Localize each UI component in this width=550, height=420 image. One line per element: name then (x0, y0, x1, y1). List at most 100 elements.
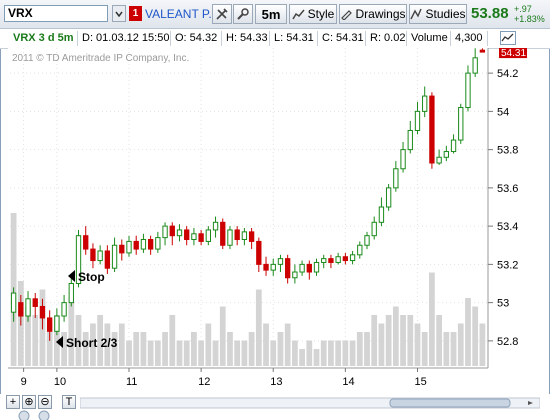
volume-bar (205, 323, 212, 366)
nav-arrows[interactable] (18, 410, 58, 420)
candle-body-down (184, 229, 190, 241)
timeframe-button[interactable]: 5m (255, 4, 287, 24)
volume-bar (176, 340, 183, 366)
price-chart[interactable]: 2011 © TD Ameritrade IP Company, Inc. 54… (0, 48, 550, 394)
candle-body-down (47, 317, 53, 332)
volume-bar (400, 315, 406, 366)
studies-button[interactable]: Studies (409, 4, 467, 24)
candle-body-up (450, 139, 457, 153)
volume-bar (241, 340, 248, 366)
volume-bar (118, 323, 125, 366)
change-absolute: +.97 (514, 4, 532, 14)
candle-body-up (270, 263, 276, 271)
candle-body-up (472, 57, 478, 74)
volume-bar (342, 340, 349, 366)
volume-bar (183, 340, 190, 366)
x-tick-label: 15 (414, 376, 426, 388)
candle-body-up (227, 229, 233, 246)
zoom-in-button[interactable]: ⊕ (22, 395, 36, 409)
volume-bar (378, 323, 385, 366)
candle-body-up (321, 258, 327, 263)
candle-body-up (292, 271, 298, 279)
volume-bar (68, 298, 75, 366)
open-value: O: 54.32 (172, 31, 222, 46)
symbol-input[interactable]: VRX (4, 5, 108, 22)
studies-label: Studies (425, 7, 466, 21)
candle-body-up (364, 235, 370, 246)
candle-body-up (97, 250, 103, 262)
volume-bar (335, 340, 342, 366)
settings-button[interactable] (233, 4, 253, 24)
y-tick-label: 53.2 (497, 259, 518, 271)
symbol-dropdown-button[interactable] (112, 5, 126, 22)
candle-body-up (212, 221, 219, 231)
link-badge[interactable]: 1 (129, 6, 142, 21)
candle-body-up (155, 237, 161, 250)
volume-bar (299, 349, 305, 366)
stop-label: Stop (78, 270, 105, 284)
drawings-button[interactable]: Drawings (339, 4, 407, 24)
last-price: 53.88 (471, 5, 509, 22)
y-tick-label: 54 (497, 106, 509, 118)
candle-body-down (32, 298, 38, 307)
volume-bar (436, 315, 443, 366)
bar-date: D: 01.03.12 15:50 (79, 31, 171, 46)
candle-body-up (357, 244, 363, 256)
y-tick-label: 54.2 (497, 68, 518, 80)
zoom-out-button[interactable]: ⊖ (38, 395, 52, 409)
nav-back-icon[interactable] (18, 410, 30, 420)
style-button[interactable]: Style (289, 4, 337, 24)
candle-body-up (162, 225, 168, 239)
low-value: L: 54.31 (271, 31, 318, 46)
text-tool-button[interactable]: T (62, 395, 76, 409)
candle-body-down (90, 248, 96, 262)
crosshair-button[interactable]: + (6, 395, 20, 409)
volume-bar (169, 315, 176, 366)
mini-chart-icon (501, 33, 514, 42)
tools-button[interactable] (212, 4, 232, 24)
volume-bar (421, 332, 428, 366)
y-tick-label: 53.4 (497, 221, 518, 233)
y-tick-label: 52.8 (497, 336, 518, 348)
candle-body-down (285, 258, 291, 279)
volume-bar (479, 323, 486, 366)
top-toolbar: VRX 1 VALEANT P... 5m Style Drawings Stu… (0, 0, 550, 29)
candle-body-up (400, 149, 406, 170)
volume-bar (126, 340, 132, 366)
candle-body-down (104, 250, 111, 269)
y-tick-label: 53.6 (497, 183, 518, 195)
candle-body-up (378, 206, 385, 223)
scrollbar-thumb[interactable] (389, 398, 511, 408)
volume-bar (429, 272, 435, 366)
candle-body-up (25, 298, 31, 317)
volume-value: 4,300 (452, 31, 488, 46)
volume-bar (234, 340, 241, 366)
candle-body-up (68, 283, 74, 304)
volume-bar (457, 323, 464, 366)
candle-body-down (479, 49, 486, 53)
chart-settings-toggle[interactable] (500, 31, 516, 45)
nav-forward-icon[interactable] (38, 410, 50, 420)
volume-bar (147, 340, 154, 366)
candle-body-down (234, 229, 240, 241)
volume-bar (443, 332, 450, 366)
volume-bar (255, 289, 262, 366)
candle-body-up (436, 156, 442, 164)
candle-body-up (277, 258, 284, 265)
candle-body-down (147, 239, 154, 250)
volume-bar (320, 340, 327, 366)
price-tag: 54.31 (499, 48, 527, 59)
candle-body-down (306, 263, 312, 273)
volume-bar (191, 332, 197, 366)
volume-bar (140, 332, 147, 366)
candle-body-down (133, 240, 139, 250)
candle-body-up (176, 229, 183, 237)
volume-bar (133, 332, 140, 366)
volume-bar (270, 340, 277, 366)
horizontal-scrollbar[interactable] (80, 396, 540, 410)
chart-style-icon (292, 9, 305, 19)
candle-body-up (205, 229, 211, 242)
volume-bar (472, 306, 479, 366)
volume-bar (154, 340, 161, 366)
x-tick-label: 12 (198, 376, 210, 388)
